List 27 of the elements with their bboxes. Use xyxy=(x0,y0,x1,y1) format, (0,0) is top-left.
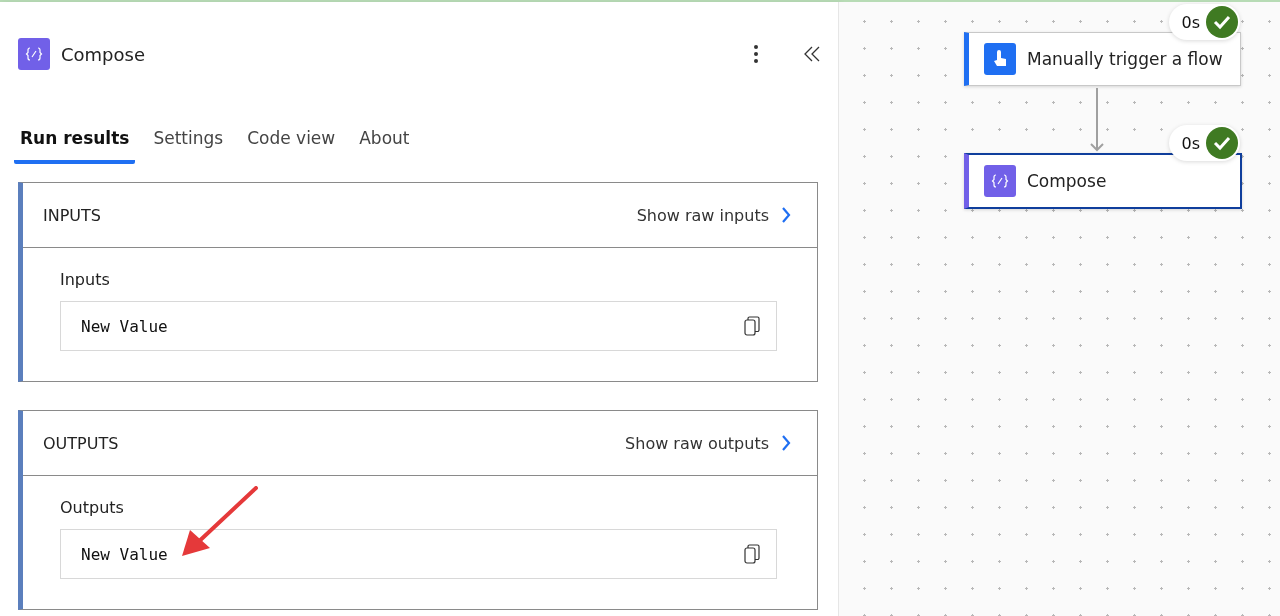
section-heading: INPUTS xyxy=(43,205,101,225)
show-raw-link[interactable]: Show raw inputs xyxy=(636,205,791,225)
tab[interactable]: Run results xyxy=(14,124,136,164)
flow-node[interactable]: Manually trigger a flow xyxy=(964,32,1241,86)
connector-arrow xyxy=(1090,88,1104,152)
status-badge: 0s xyxy=(1169,4,1240,40)
node-title: Manually trigger a flow xyxy=(1027,49,1223,69)
tab[interactable]: Code view xyxy=(241,124,342,164)
more-options-icon[interactable] xyxy=(753,44,759,64)
tab[interactable]: About xyxy=(353,124,416,164)
chevron-right-icon[interactable] xyxy=(781,435,791,451)
field-label: Outputs xyxy=(60,498,125,517)
value-field[interactable]: New Value xyxy=(60,529,777,579)
section-heading: OUTPUTS xyxy=(43,433,119,453)
value-field[interactable]: New Value xyxy=(60,301,777,351)
collapse-icon[interactable] xyxy=(804,46,820,62)
copy-icon[interactable] xyxy=(744,544,760,564)
compose-icon xyxy=(18,38,50,70)
copy-icon[interactable] xyxy=(744,316,760,336)
show-raw-link[interactable]: Show raw outputs xyxy=(625,433,791,453)
tab[interactable]: Settings xyxy=(147,124,230,164)
flow-node[interactable]: Compose xyxy=(964,153,1242,209)
panel-title: Compose xyxy=(61,43,145,65)
field-label: Inputs xyxy=(60,270,111,289)
status-badge: 0s xyxy=(1169,125,1240,161)
chevron-right-icon[interactable] xyxy=(781,207,791,223)
node-title: Compose xyxy=(1027,171,1107,191)
